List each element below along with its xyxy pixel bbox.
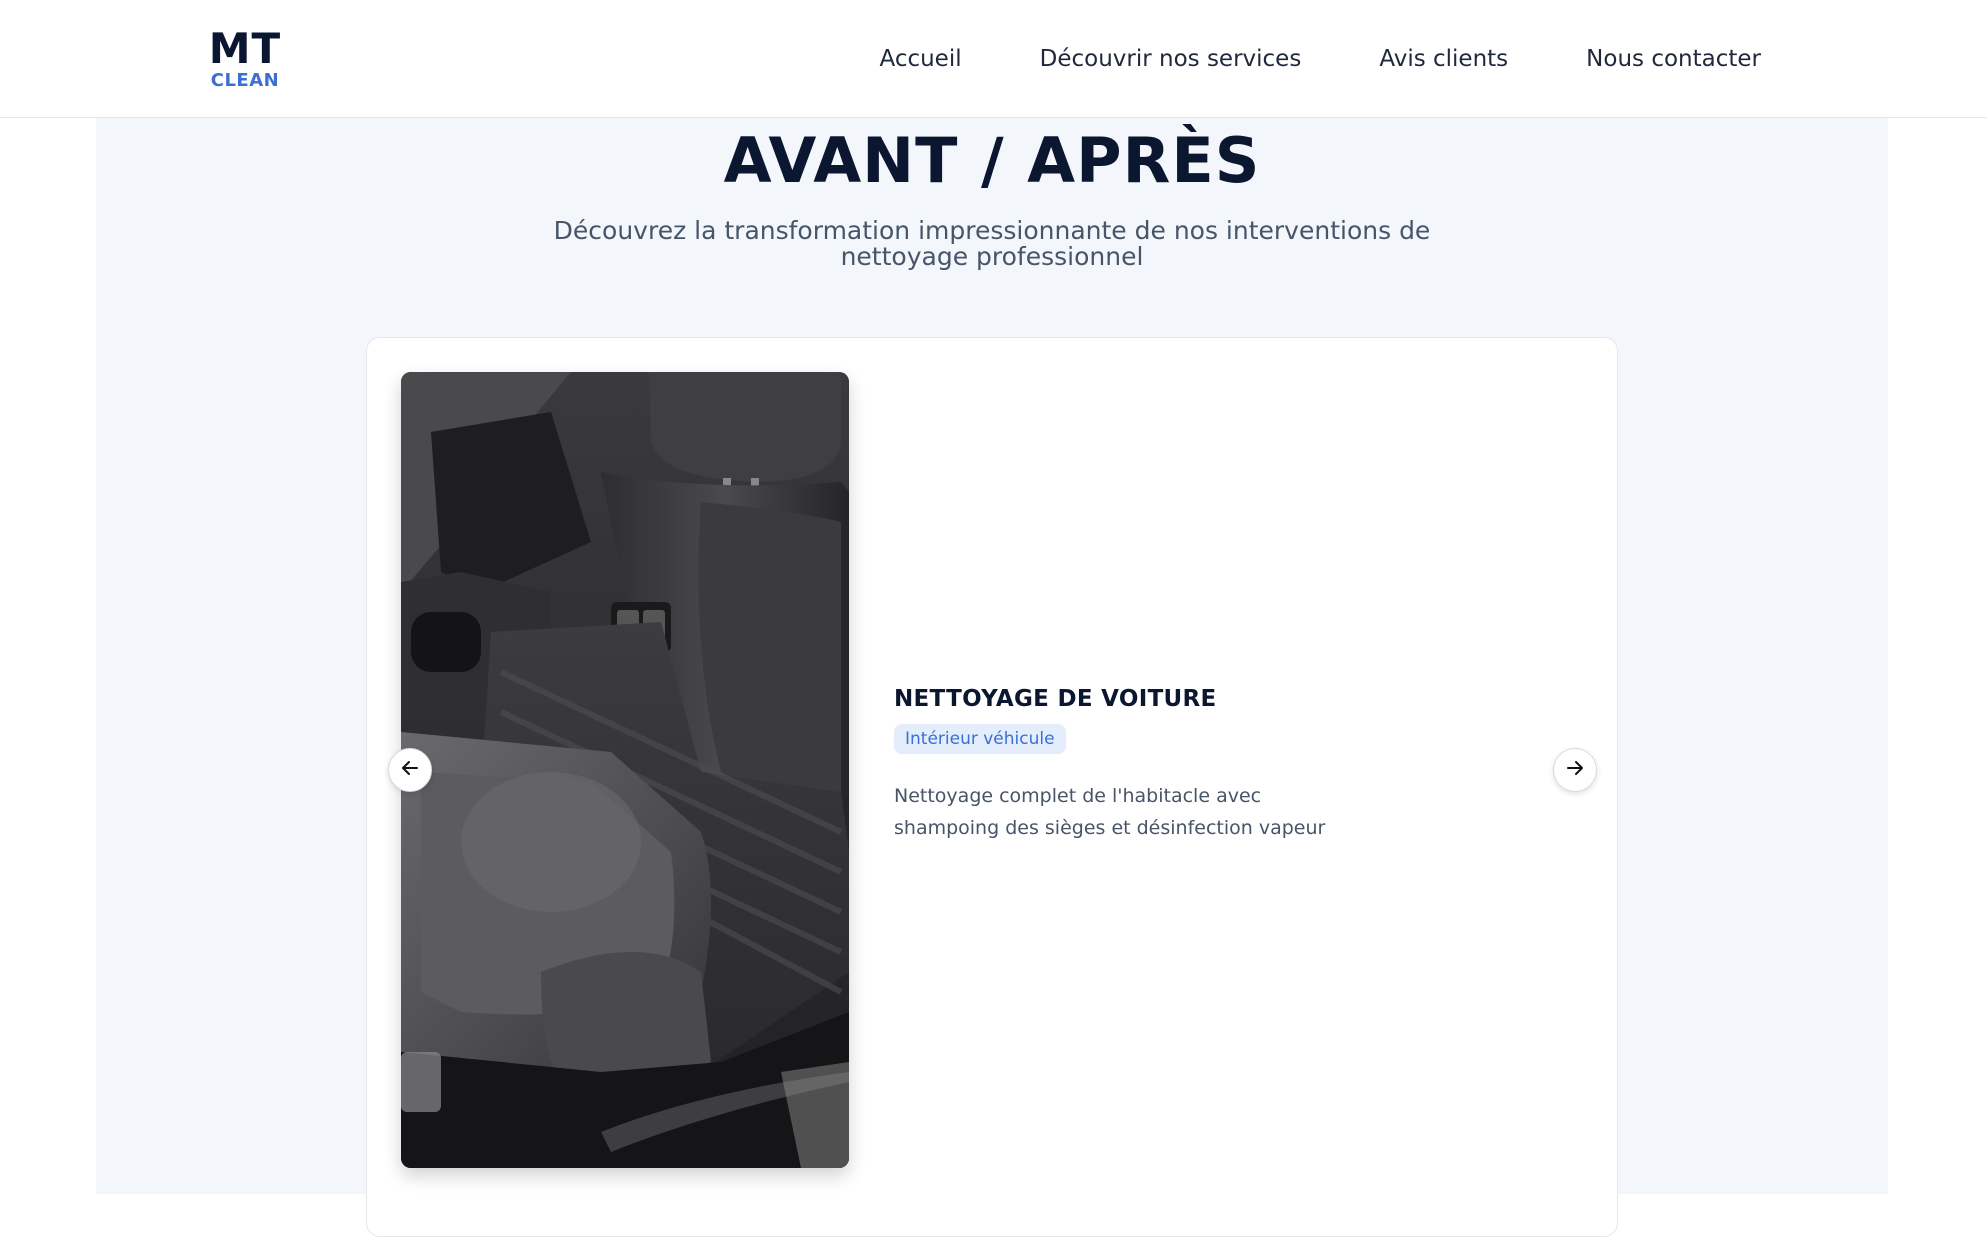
main-nav: Accueil Découvrir nos services Avis clie…	[879, 0, 1761, 118]
section-subtitle: Découvrez la transformation impressionna…	[553, 216, 1431, 271]
nav-link-avis-clients[interactable]: Avis clients	[1379, 46, 1508, 72]
slide-photo	[401, 372, 849, 1168]
slide-card: NETTOYAGE DE VOITURE Intérieur véhicule …	[366, 337, 1618, 1237]
slide-description: Nettoyage complet de l'habitacle avec sh…	[894, 785, 1326, 839]
carousel-next-button[interactable]	[1553, 748, 1597, 792]
slide-info: NETTOYAGE DE VOITURE Intérieur véhicule …	[894, 686, 1374, 844]
before-after-section: AVANT / APRÈS Découvrez la transformatio…	[96, 118, 1888, 1237]
logo-clean: CLEAN	[210, 70, 280, 91]
nav-link-contact[interactable]: Nous contacter	[1586, 46, 1761, 72]
slide-title: NETTOYAGE DE VOITURE	[894, 686, 1217, 712]
nav-link-services[interactable]: Découvrir nos services	[1040, 46, 1302, 72]
carousel-prev-button[interactable]	[388, 748, 432, 792]
slide-category-badge: Intérieur véhicule	[894, 724, 1066, 754]
logo-mt: MT	[208, 24, 282, 73]
site-header: MT CLEAN Accueil Découvrir nos services …	[0, 0, 1987, 118]
arrow-left-icon	[401, 759, 419, 781]
arrow-right-icon	[1566, 759, 1584, 781]
logo[interactable]: MT CLEAN	[207, 28, 283, 90]
nav-link-accueil[interactable]: Accueil	[879, 46, 961, 72]
section-title: AVANT / APRÈS	[723, 124, 1261, 197]
